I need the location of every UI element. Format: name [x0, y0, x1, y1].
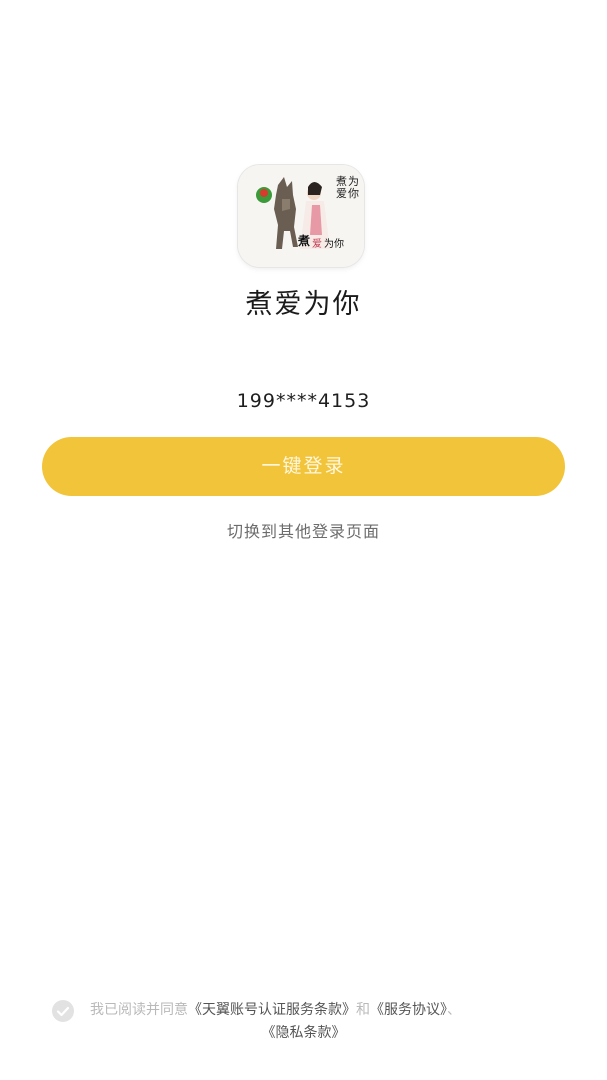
check-icon	[56, 1006, 70, 1017]
svg-text:你: 你	[348, 187, 359, 200]
login-page: 煮 爱 为 你 煮 爱 为你 煮爱为你 199****4153 一键登录 切换到…	[0, 0, 607, 1080]
phone-number: 199****4153	[236, 390, 371, 412]
svg-text:煮: 煮	[297, 233, 310, 248]
svg-text:爱: 爱	[312, 237, 322, 250]
agreement-separator: 、	[447, 1002, 461, 1018]
privacy-terms-link[interactable]: 《隐私条款》	[262, 1025, 346, 1041]
app-name: 煮爱为你	[245, 289, 362, 320]
agreement-prefix: 我已阅读并同意	[90, 1002, 188, 1018]
service-agreement-link[interactable]: 《服务协议》	[370, 1002, 447, 1018]
svg-text:爱: 爱	[336, 187, 347, 200]
agreement-text-line-1: 我已阅读并同意《天翼账号认证服务条款》和《服务协议》、	[90, 999, 461, 1019]
auth-terms-link[interactable]: 《天翼账号认证服务条款》	[188, 1002, 356, 1018]
agreement-and: 和	[356, 1002, 370, 1018]
app-logo-icon: 煮 爱 为 你 煮 爱 为你	[238, 165, 364, 267]
agreement-text-line-2: 《隐私条款》	[0, 1022, 607, 1042]
switch-login-page-link[interactable]: 切换到其他登录页面	[0, 518, 607, 542]
svg-text:为你: 为你	[324, 237, 344, 250]
one-click-login-button[interactable]: 一键登录	[42, 437, 565, 496]
agreement-checkbox[interactable]	[52, 1000, 74, 1022]
